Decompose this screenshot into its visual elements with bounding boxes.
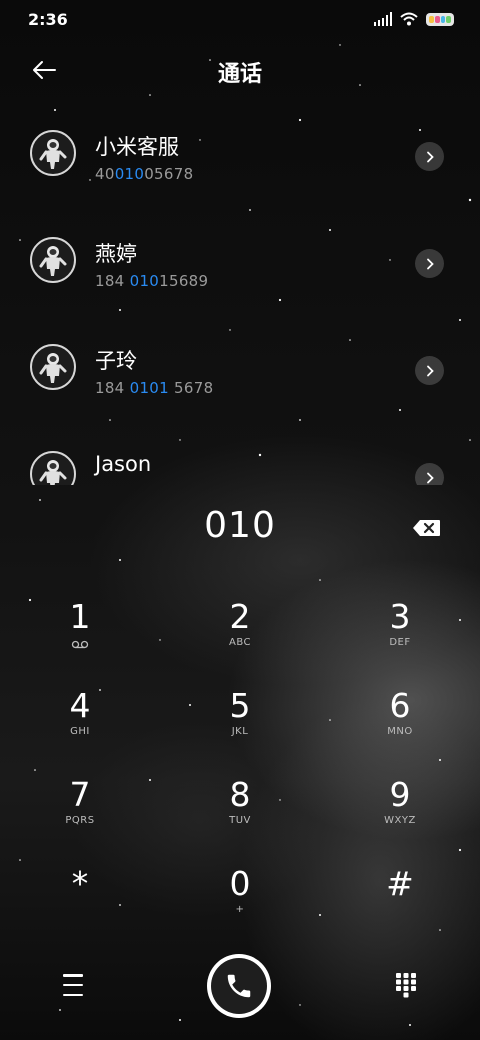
call-button[interactable]	[207, 954, 271, 1018]
astronaut-avatar-icon	[39, 139, 67, 169]
contact-item[interactable]: 子玲 184 0101 5678	[0, 319, 480, 425]
key-letters: JKL	[231, 726, 249, 737]
key-letters: GHI	[70, 726, 90, 737]
key-letters: +	[235, 904, 245, 915]
matched-digits: 0101	[129, 379, 169, 397]
key-4[interactable]: 4 GHI	[20, 684, 140, 764]
battery-icon	[426, 12, 454, 26]
contact-suggestion-list: 小米客服 4001005678 燕婷 184 01015689 子玲 184 0…	[0, 105, 480, 485]
chevron-right-icon	[426, 151, 434, 162]
header: 通话	[0, 46, 480, 94]
contact-number: 4001005678	[95, 165, 194, 183]
dial-display: 010	[0, 503, 480, 553]
phone-icon	[227, 974, 251, 998]
avatar	[30, 237, 76, 283]
status-icons	[374, 12, 454, 26]
key-6[interactable]: 6 MNO	[340, 684, 460, 764]
key-digit: 5	[229, 686, 251, 725]
contact-number: 184 01015689	[95, 272, 209, 290]
astronaut-avatar-icon	[39, 460, 67, 485]
contact-detail-button[interactable]	[415, 142, 444, 171]
key-digit: 1	[69, 597, 91, 636]
key-letters: PQRS	[65, 815, 95, 826]
key-digit: *	[71, 864, 89, 903]
key-9[interactable]: 9 WXYZ	[340, 773, 460, 853]
key-star[interactable]: *	[20, 862, 140, 942]
key-5[interactable]: 5 JKL	[180, 684, 300, 764]
menu-button[interactable]	[60, 974, 86, 996]
key-3[interactable]: 3 DEF	[340, 595, 460, 675]
astronaut-avatar-icon	[39, 246, 67, 276]
voicemail-icon	[71, 640, 89, 649]
status-time: 2:36	[28, 10, 68, 29]
contact-number: 184 0101 5678	[95, 379, 214, 397]
key-letters: ABC	[228, 637, 251, 648]
key-letters: WXYZ	[384, 815, 416, 826]
avatar	[30, 451, 76, 485]
chevron-right-icon	[426, 258, 434, 269]
contact-name: 燕婷	[95, 242, 137, 266]
status-bar: 2:36	[0, 0, 480, 40]
signal-icon	[374, 12, 392, 26]
key-digit: 8	[229, 775, 251, 814]
key-letters: TUV	[229, 815, 251, 826]
contact-name: Jason	[95, 452, 152, 476]
contact-detail-button[interactable]	[415, 463, 444, 485]
chevron-right-icon	[426, 472, 434, 483]
contact-detail-button[interactable]	[415, 249, 444, 278]
key-8[interactable]: 8 TUV	[180, 773, 300, 853]
avatar	[30, 344, 76, 390]
dialed-number[interactable]: 010	[0, 505, 480, 546]
key-digit: 4	[69, 686, 91, 725]
key-1[interactable]: 1	[20, 595, 140, 675]
key-digit: 6	[389, 686, 411, 725]
key-digit: 0	[229, 864, 251, 903]
backspace-icon	[413, 520, 440, 536]
key-2[interactable]: 2 ABC	[180, 595, 300, 675]
dial-keypad: 1 2 ABC 3 DEF 4 GHI 5 JKL 6 MNO 7 PQRS 8…	[0, 595, 480, 950]
contact-item[interactable]: Jason	[0, 426, 480, 485]
key-digit: #	[386, 864, 414, 903]
key-hash[interactable]: #	[340, 862, 460, 942]
bottom-bar	[0, 950, 480, 1030]
matched-digits: 010	[129, 272, 160, 290]
hamburger-menu-icon	[63, 974, 83, 977]
backspace-button[interactable]	[412, 517, 442, 539]
key-digit: 7	[69, 775, 91, 814]
key-letters: DEF	[389, 637, 411, 648]
dialer-screen: 2:36 通话 小米客服 4001005678 燕婷 184 01015689 …	[0, 0, 480, 1040]
key-digit: 9	[389, 775, 411, 814]
key-digit: 3	[389, 597, 411, 636]
page-title: 通话	[217, 62, 262, 87]
contact-name: 子玲	[95, 349, 137, 373]
matched-digits: 010	[114, 165, 145, 183]
key-letters: MNO	[387, 726, 413, 737]
astronaut-avatar-icon	[39, 353, 67, 383]
dialpad-icon[interactable]	[395, 972, 417, 998]
chevron-right-icon	[426, 365, 434, 376]
contact-item[interactable]: 燕婷 184 01015689	[0, 212, 480, 318]
contact-item[interactable]: 小米客服 4001005678	[0, 105, 480, 211]
contact-detail-button[interactable]	[415, 356, 444, 385]
avatar	[30, 130, 76, 176]
wifi-icon	[400, 12, 418, 26]
key-digit: 2	[229, 597, 251, 636]
key-0[interactable]: 0 +	[180, 862, 300, 942]
contact-name: 小米客服	[95, 135, 179, 159]
key-7[interactable]: 7 PQRS	[20, 773, 140, 853]
